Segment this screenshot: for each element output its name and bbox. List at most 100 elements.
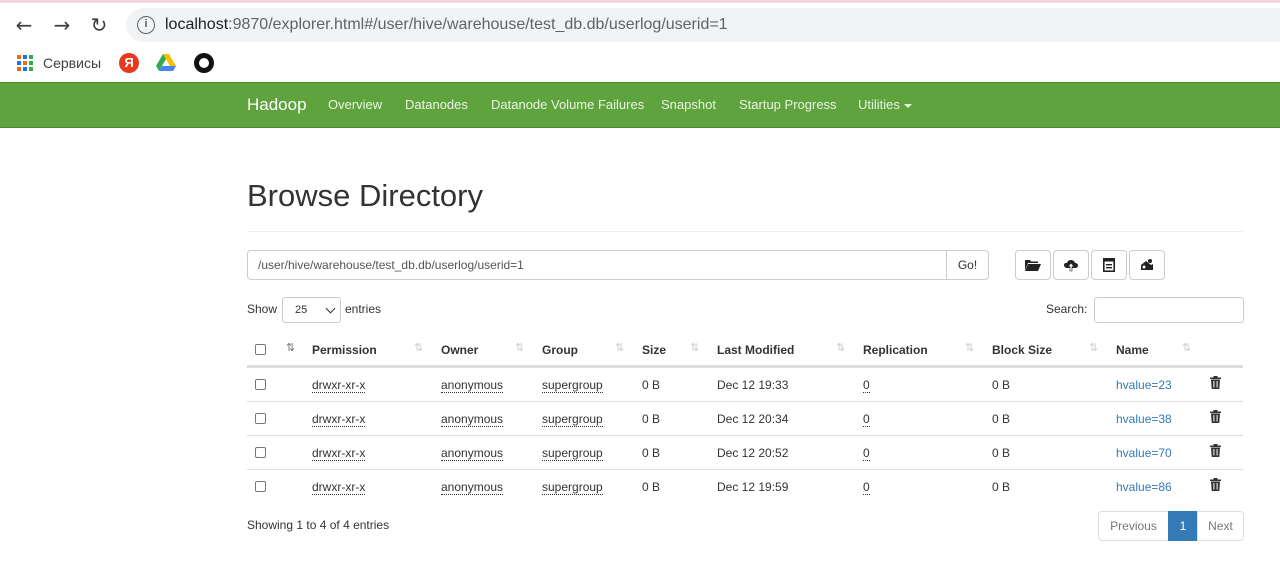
google-drive-icon: [156, 54, 176, 71]
sort-ascending-icon[interactable]: ⇅: [286, 341, 295, 354]
nav-snapshot[interactable]: Snapshot: [661, 97, 716, 112]
entries-length-value: 25: [295, 304, 308, 316]
entries-label: entries: [345, 302, 382, 316]
modified-cell: Dec 12 19:59: [717, 480, 789, 494]
bookmark-services[interactable]: Сервисы: [17, 52, 101, 74]
previous-page-button[interactable]: Previous: [1098, 511, 1169, 541]
name-link[interactable]: hvalue=23: [1116, 378, 1172, 392]
create-directory-button[interactable]: [1015, 250, 1051, 280]
sort-icon[interactable]: ⇅: [515, 341, 524, 354]
sort-icon[interactable]: ⇅: [965, 341, 974, 354]
url-path: :9870/explorer.html#/user/hive/warehouse…: [228, 16, 728, 33]
cut-paste-button[interactable]: [1091, 250, 1127, 280]
chevron-down-icon: [325, 303, 336, 314]
modified-cell: Dec 12 19:33: [717, 378, 789, 392]
entries-length-select[interactable]: 25: [282, 297, 341, 323]
sort-icon[interactable]: ⇅: [836, 341, 845, 354]
address-bar[interactable]: i localhost:9870/explorer.html#/user/hiv…: [126, 8, 1280, 42]
column-header-name[interactable]: Name: [1116, 343, 1149, 357]
modified-cell: Dec 12 20:34: [717, 412, 789, 426]
page-1-button[interactable]: 1: [1168, 511, 1198, 541]
yandex-icon: Я: [119, 53, 139, 73]
bookmark-label: Сервисы: [43, 55, 102, 71]
nav-datanodes[interactable]: Datanodes: [405, 97, 468, 112]
permission-cell[interactable]: drwxr-xr-x: [312, 378, 366, 393]
block-size-cell: 0 B: [992, 446, 1011, 460]
nav-overview[interactable]: Overview: [328, 97, 382, 112]
owner-cell[interactable]: anonymous: [441, 480, 504, 495]
sort-icon[interactable]: ⇅: [690, 341, 699, 354]
modified-cell: Dec 12 20:52: [717, 446, 789, 460]
column-header-block-size[interactable]: Block Size: [992, 343, 1052, 357]
cloud-upload-icon: [1064, 260, 1078, 272]
go-button[interactable]: Go!: [946, 250, 989, 280]
table-row: drwxr-xr-x anonymous supergroup 0 B Dec …: [247, 367, 1243, 401]
group-cell[interactable]: supergroup: [542, 412, 603, 427]
paste-button[interactable]: [1129, 250, 1165, 280]
address-url[interactable]: localhost:9870/explorer.html#/user/hive/…: [165, 16, 728, 34]
group-cell[interactable]: supergroup: [542, 480, 603, 495]
size-cell: 0 B: [642, 480, 661, 494]
directory-table: ⇅ Permission ⇅ Owner ⇅ Group ⇅ Size ⇅ La…: [247, 332, 1243, 503]
row-checkbox[interactable]: [255, 447, 266, 458]
trash-icon[interactable]: [1210, 376, 1221, 389]
name-link[interactable]: hvalue=38: [1116, 412, 1172, 426]
owner-cell[interactable]: anonymous: [441, 412, 504, 427]
table-info: Showing 1 to 4 of 4 entries: [247, 518, 390, 532]
navbar-brand[interactable]: Hadoop: [247, 95, 307, 115]
replication-cell[interactable]: 0: [863, 446, 870, 461]
replication-cell[interactable]: 0: [863, 378, 870, 393]
hadoop-navbar: Hadoop Overview Datanodes Datanode Volum…: [0, 82, 1280, 128]
column-header-permission[interactable]: Permission: [312, 343, 377, 357]
bookmark-drive[interactable]: [156, 52, 176, 74]
forward-arrow-icon[interactable]: →: [50, 13, 74, 37]
url-host: localhost: [165, 16, 229, 33]
replication-cell[interactable]: 0: [863, 480, 870, 495]
reload-icon[interactable]: ↻: [87, 13, 111, 37]
bookmark-github[interactable]: [194, 52, 214, 74]
name-link[interactable]: hvalue=86: [1116, 480, 1172, 494]
next-page-button[interactable]: Next: [1197, 511, 1244, 541]
nav-utilities-dropdown[interactable]: Utilities: [858, 97, 912, 112]
search-input[interactable]: [1094, 297, 1244, 323]
paste-icon: [1141, 259, 1153, 270]
column-header-last-modified[interactable]: Last Modified: [717, 343, 794, 357]
row-checkbox[interactable]: [255, 413, 266, 424]
trash-icon[interactable]: [1210, 444, 1221, 457]
permission-cell[interactable]: drwxr-xr-x: [312, 412, 366, 427]
trash-icon[interactable]: [1210, 478, 1221, 491]
site-info-icon[interactable]: i: [137, 16, 155, 34]
nav-startup-progress[interactable]: Startup Progress: [739, 97, 837, 112]
page-title: Browse Directory: [247, 178, 483, 213]
folder-open-icon: [1025, 260, 1041, 271]
trash-icon[interactable]: [1210, 410, 1221, 423]
sort-icon[interactable]: ⇅: [1182, 341, 1191, 354]
upload-button[interactable]: [1053, 250, 1089, 280]
row-checkbox[interactable]: [255, 379, 266, 390]
sort-icon[interactable]: ⇅: [615, 341, 624, 354]
row-checkbox[interactable]: [255, 481, 266, 492]
name-link[interactable]: hvalue=70: [1116, 446, 1172, 460]
nav-volume-failures[interactable]: Datanode Volume Failures: [491, 97, 644, 112]
sort-icon[interactable]: ⇅: [1089, 341, 1098, 354]
column-header-replication[interactable]: Replication: [863, 343, 928, 357]
select-all-checkbox[interactable]: [255, 344, 266, 355]
table-header-row: ⇅ Permission ⇅ Owner ⇅ Group ⇅ Size ⇅ La…: [247, 332, 1243, 367]
group-cell[interactable]: supergroup: [542, 378, 603, 393]
permission-cell[interactable]: drwxr-xr-x: [312, 480, 366, 495]
column-header-group[interactable]: Group: [542, 343, 578, 357]
permission-cell[interactable]: drwxr-xr-x: [312, 446, 366, 461]
owner-cell[interactable]: anonymous: [441, 446, 504, 461]
apps-grid-icon: [17, 55, 33, 71]
back-arrow-icon[interactable]: ←: [12, 13, 36, 37]
directory-path-input[interactable]: /user/hive/warehouse/test_db.db/userlog/…: [247, 250, 947, 280]
column-header-size[interactable]: Size: [642, 343, 666, 357]
block-size-cell: 0 B: [992, 480, 1011, 494]
size-cell: 0 B: [642, 446, 661, 460]
sort-icon[interactable]: ⇅: [414, 341, 423, 354]
column-header-owner[interactable]: Owner: [441, 343, 478, 357]
replication-cell[interactable]: 0: [863, 412, 870, 427]
owner-cell[interactable]: anonymous: [441, 378, 504, 393]
group-cell[interactable]: supergroup: [542, 446, 603, 461]
bookmark-yandex[interactable]: Я: [119, 52, 139, 74]
